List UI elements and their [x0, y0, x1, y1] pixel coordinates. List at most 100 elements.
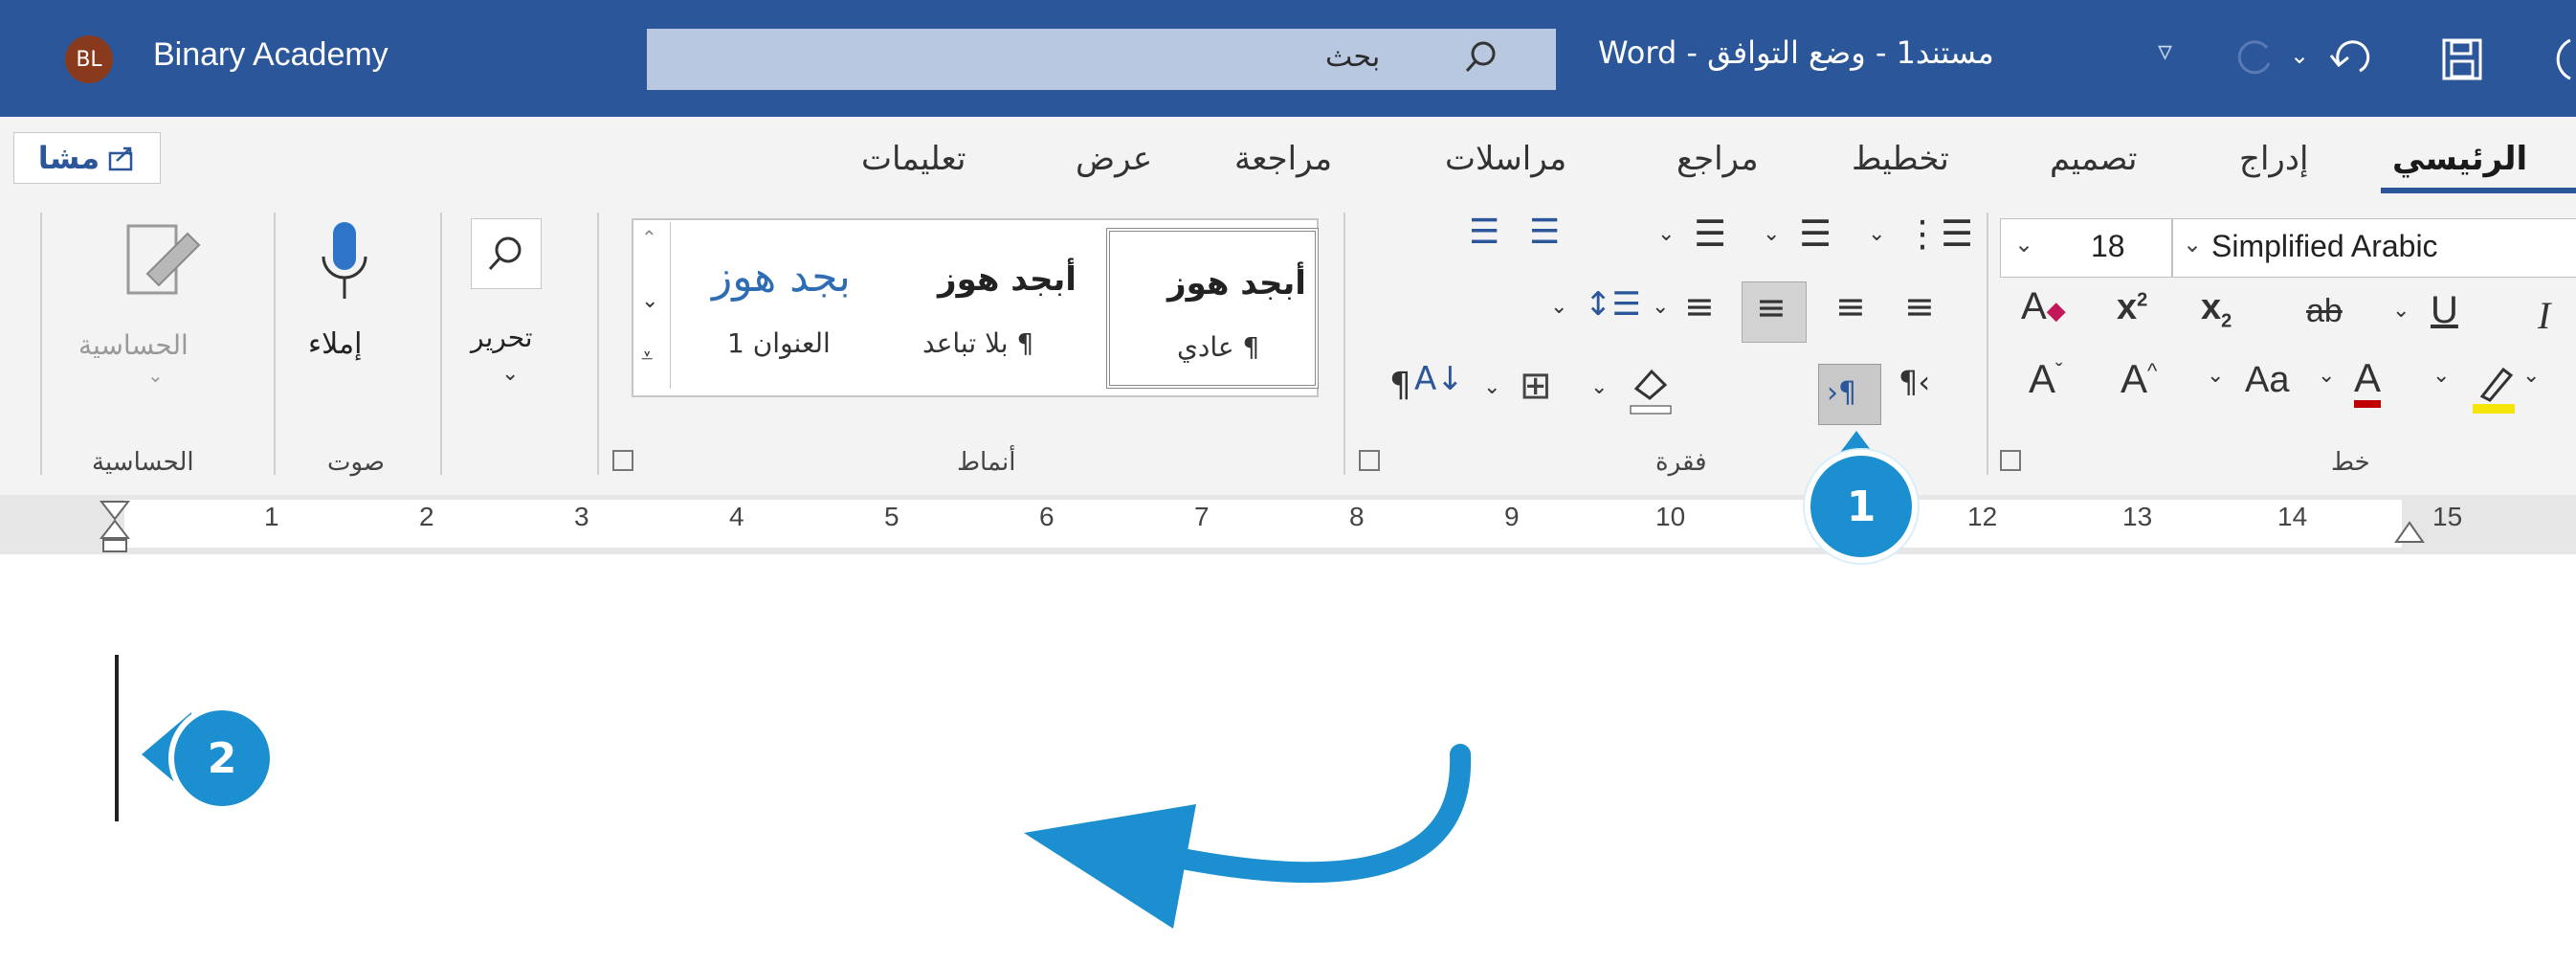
align-right-icon[interactable]: ≡ — [1904, 285, 1935, 327]
tab-layout[interactable]: تخطيط — [1852, 140, 1949, 178]
superscript-icon[interactable]: x2 — [2117, 287, 2147, 328]
save-icon[interactable] — [2438, 34, 2488, 84]
numbering-dropdown-icon[interactable]: ⌄ — [1763, 222, 1780, 246]
shading-icon[interactable] — [1627, 364, 1675, 417]
line-spacing-dropdown-icon[interactable]: ⌄ — [1550, 295, 1567, 319]
clear-formatting-icon[interactable]: A◆ — [2021, 285, 2066, 328]
share-icon — [108, 146, 133, 171]
ruler-number: 6 — [1039, 502, 1055, 531]
redo-dropdown-icon[interactable]: ⌄ — [2290, 42, 2309, 69]
decrease-indent-icon[interactable]: ☰ — [1469, 213, 1499, 252]
sensitivity-icon[interactable] — [119, 216, 205, 308]
change-case-icon[interactable]: Aa — [2245, 360, 2289, 401]
customize-qat-icon[interactable]: ▿ — [2158, 34, 2172, 68]
font-color-dropdown-icon[interactable]: ⌄ — [2432, 364, 2450, 388]
italic-icon[interactable]: I — [2538, 293, 2550, 338]
ruler-number: 10 — [1655, 502, 1686, 531]
undo-icon[interactable] — [2327, 36, 2375, 80]
aa-dropdown-icon[interactable]: ⌄ — [2207, 364, 2224, 388]
ruler-number: 5 — [884, 502, 899, 531]
increase-indent-icon[interactable]: ☰ — [1529, 213, 1560, 252]
indent-marker-icon[interactable] — [96, 498, 134, 555]
multilevel-dropdown-icon[interactable]: ⌄ — [1657, 222, 1675, 246]
right-indent-marker-icon[interactable] — [2392, 517, 2427, 551]
style-heading1[interactable]: بجد هوز العنوان 1 — [685, 224, 905, 387]
group-divider — [1987, 213, 1988, 475]
justify-dropdown-icon[interactable]: ⌄ — [1652, 295, 1669, 319]
font-size-select[interactable]: ⌄ 18 — [2000, 218, 2172, 278]
borders-icon[interactable]: ⊞ — [1520, 364, 1552, 408]
highlight-dropdown-icon[interactable]: ⌄ — [2522, 364, 2540, 388]
tab-home[interactable]: الرئيسي — [2392, 140, 2527, 178]
justify-icon[interactable]: ≡ — [1684, 285, 1715, 327]
find-button[interactable] — [471, 218, 542, 289]
curved-arrow-icon — [1024, 744, 1472, 929]
styles-dialog-launcher-icon[interactable] — [612, 450, 633, 471]
tab-design[interactable]: تصميم — [2050, 140, 2138, 178]
borders-dropdown-icon[interactable]: ⌄ — [1483, 375, 1500, 399]
font-name-select[interactable]: ⌄ Simplified Arabic — [2172, 218, 2576, 278]
account-name[interactable]: Binary Academy — [153, 36, 389, 74]
rtl-text-icon[interactable]: ¶‹ — [1899, 364, 1930, 400]
group-divider — [440, 213, 442, 475]
ruler-number: 8 — [1349, 502, 1365, 531]
numbering-icon[interactable]: ☰ — [1799, 213, 1832, 255]
avatar[interactable]: BL — [65, 35, 113, 83]
tab-view[interactable]: عرض — [1076, 140, 1152, 178]
style-normal[interactable]: أبجد هوز ¶ عادي — [1106, 228, 1319, 389]
autosave-icon[interactable] — [2532, 34, 2576, 84]
chevron-down-icon: ⌄ — [2183, 231, 2203, 258]
show-hide-marks-icon[interactable]: ¶ — [1389, 366, 1411, 405]
style-no-spacing[interactable]: أبجد هوز ¶ بلا تباعد — [909, 224, 1100, 387]
ltr-text-button[interactable]: ›¶ — [1818, 364, 1881, 425]
redo-icon[interactable] — [2234, 36, 2278, 80]
search-input[interactable] — [647, 29, 1556, 90]
ruler-number: 4 — [729, 502, 744, 531]
font-color-icon[interactable]: A — [2354, 356, 2382, 408]
callout-two: 2 — [168, 705, 276, 812]
ruler-number: 3 — [574, 502, 589, 531]
highlight-color-icon[interactable] — [2469, 362, 2517, 415]
grow-font-icon[interactable]: A^ — [2121, 356, 2157, 402]
tab-insert[interactable]: إدراج — [2239, 140, 2308, 178]
gallery-more-icon[interactable]: ⩡ — [641, 345, 653, 369]
tab-help[interactable]: تعليمات — [861, 140, 966, 178]
align-left-icon: ≡ — [1756, 286, 1787, 328]
sensitivity-button-label[interactable]: الحساسية — [78, 329, 189, 361]
bullets-dropdown-icon[interactable]: ⌄ — [1868, 222, 1885, 246]
dictate-label[interactable]: إملاء — [308, 327, 362, 361]
align-center-icon[interactable]: ≡ — [1835, 285, 1866, 327]
tab-mailings[interactable]: مراسلات — [1445, 140, 1566, 178]
paragraph-dialog-launcher-icon[interactable] — [1359, 450, 1380, 471]
shading-dropdown-icon[interactable]: ⌄ — [1590, 375, 1608, 399]
share-button[interactable]: مشا — [13, 132, 161, 184]
tab-references[interactable]: مراجع — [1677, 140, 1759, 178]
microphone-icon[interactable] — [316, 216, 373, 312]
bullets-icon[interactable]: ⋮☰ — [1904, 213, 1973, 255]
strikethrough-icon[interactable]: ab — [2306, 293, 2343, 330]
voice-group-label: صوت — [327, 448, 385, 477]
change-case-dropdown-icon[interactable]: ⌄ — [2318, 364, 2335, 388]
font-dialog-launcher-icon[interactable] — [2000, 450, 2021, 471]
font-group-label: خط — [2331, 448, 2370, 477]
shrink-font-icon[interactable]: Aˇ — [2029, 356, 2062, 402]
gallery-down-icon[interactable]: ⌄ — [641, 289, 658, 313]
editing-label[interactable]: تحرير — [471, 322, 533, 353]
gallery-up-icon[interactable]: ⌃ — [641, 226, 657, 249]
tab-review[interactable]: مراجعة — [1234, 140, 1332, 178]
ruler-number: 15 — [2432, 502, 2463, 531]
style-normal-sub: ¶ عادي — [1177, 331, 1260, 363]
line-spacing-icon[interactable]: ↕☰ — [1585, 285, 1641, 324]
subscript-icon[interactable]: x2 — [2201, 287, 2232, 333]
underline-icon[interactable]: U — [2431, 289, 2458, 332]
style-no-spacing-sub: ¶ بلا تباعد — [922, 327, 1034, 359]
sort-icon[interactable]: A↓ — [1414, 360, 1464, 398]
underline-dropdown-icon[interactable]: ⌄ — [2392, 299, 2409, 323]
multilevel-list-icon[interactable]: ☰ — [1694, 213, 1726, 255]
align-left-button[interactable]: ≡ — [1742, 281, 1807, 343]
group-divider — [274, 213, 276, 475]
gallery-scroll: ⌃ ⌄ ⩡ — [635, 222, 671, 389]
sensitivity-dropdown-icon[interactable]: ⌄ — [147, 364, 164, 387]
editing-dropdown-icon[interactable]: ⌄ — [501, 362, 519, 386]
group-divider — [1344, 213, 1345, 475]
